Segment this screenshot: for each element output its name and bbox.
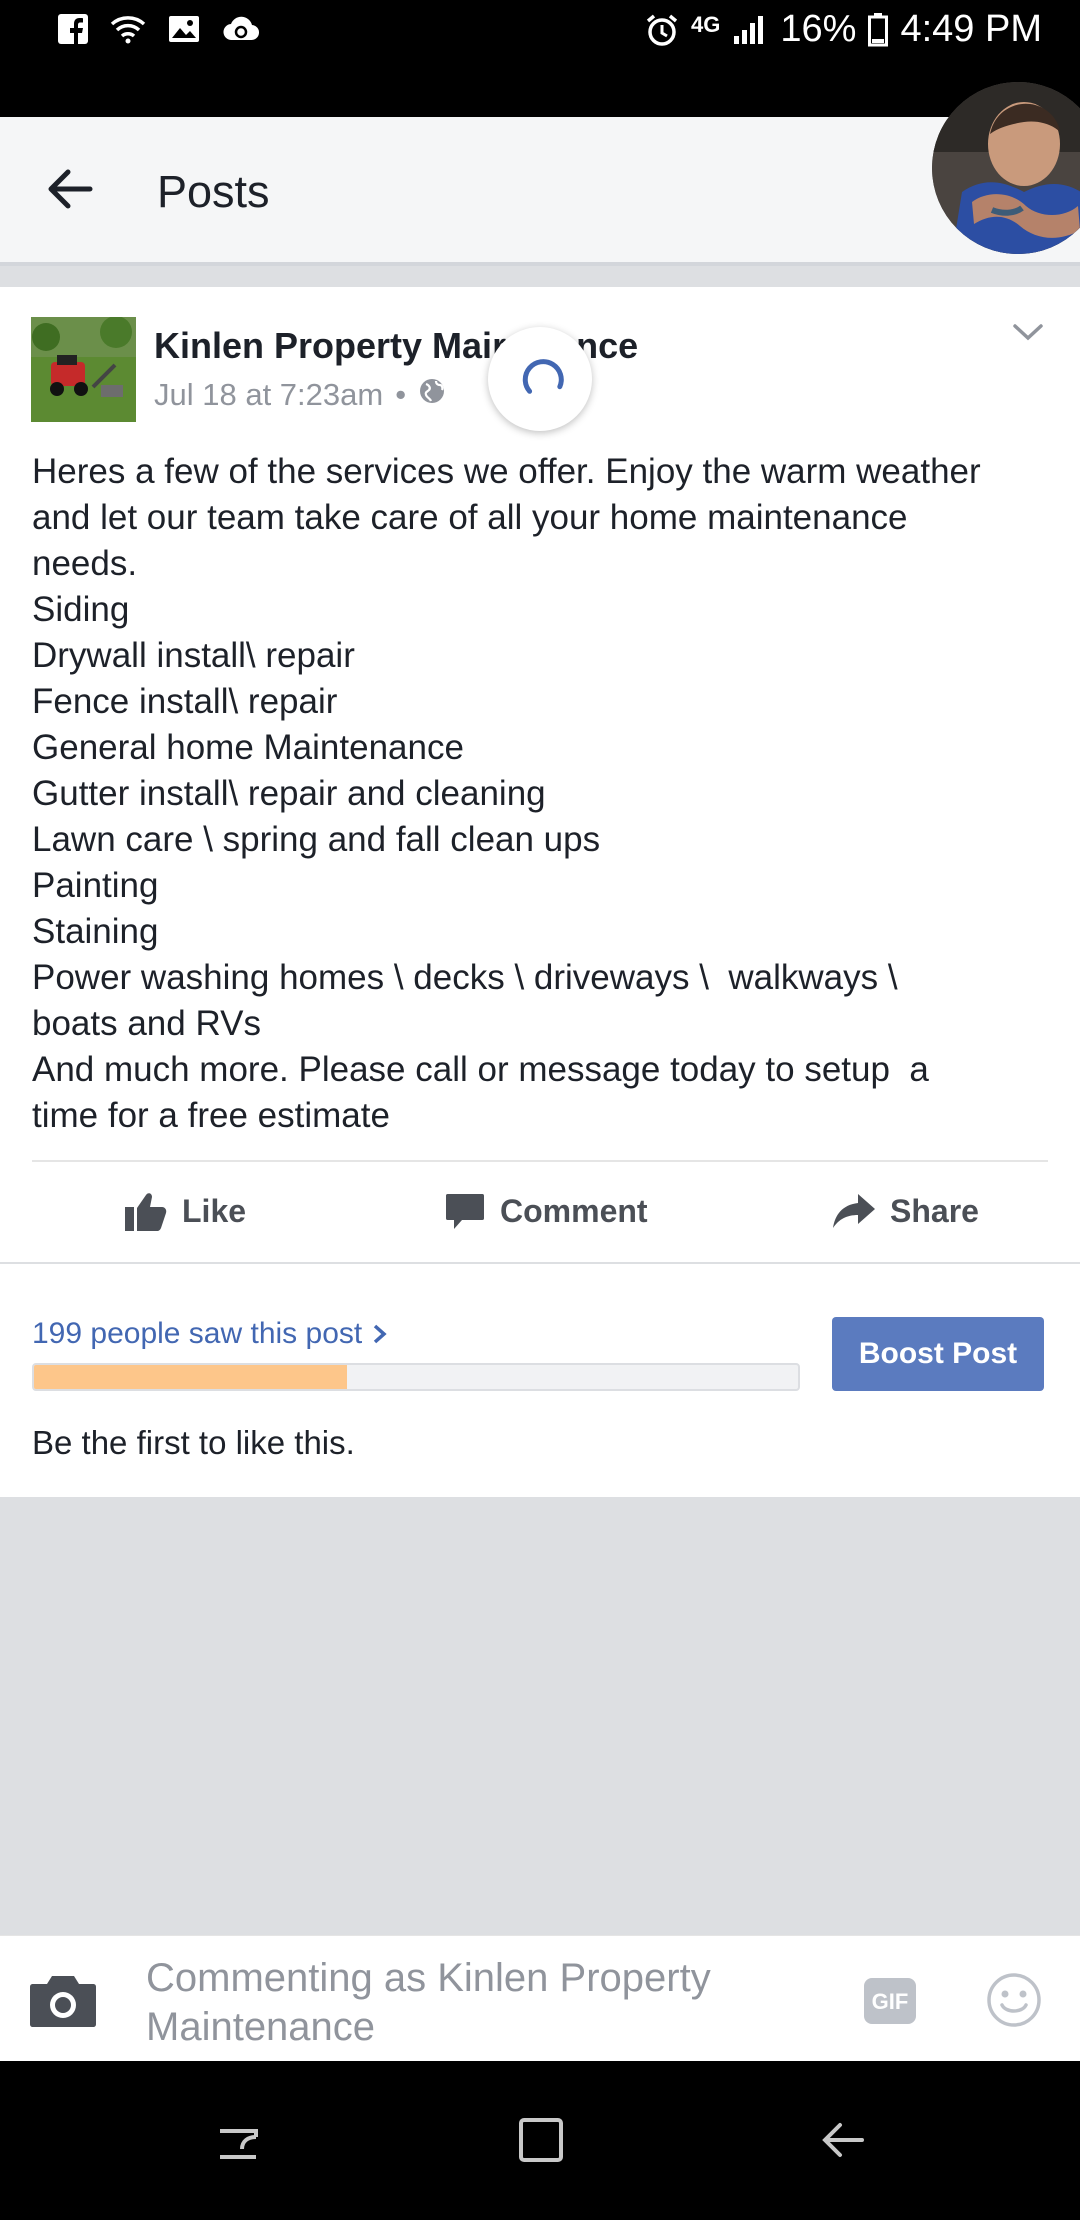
reach-progress-bar xyxy=(32,1363,800,1391)
recents-icon xyxy=(220,2129,258,2159)
camera-icon xyxy=(30,1976,96,2027)
share-arrow-icon xyxy=(833,1194,875,1228)
network-type: 4G xyxy=(691,11,721,37)
boost-post-button[interactable]: Boost Post xyxy=(832,1317,1044,1391)
share-button[interactable]: Share xyxy=(832,1163,979,1259)
post-author-name-start: Kinlen Property Mair xyxy=(154,325,507,366)
meta-separator: • xyxy=(395,377,407,412)
camera-button[interactable] xyxy=(28,1972,98,2035)
reach-progress-fill xyxy=(34,1365,348,1389)
divider xyxy=(0,1262,1080,1264)
clock: 4:49 PM xyxy=(900,8,1042,50)
gif-icon: GIF xyxy=(864,1978,916,2024)
thumbs-up-icon xyxy=(125,1193,167,1231)
back-arrow-icon xyxy=(822,2123,864,2157)
app-header: Posts xyxy=(0,117,1080,266)
like-button[interactable]: Like xyxy=(124,1163,246,1259)
status-right: 4G 16% 4:49 PM xyxy=(645,8,1042,51)
gif-button[interactable]: GIF xyxy=(862,1976,918,2031)
globe-icon xyxy=(418,377,446,413)
comment-icon xyxy=(446,1194,484,1229)
post-options-button[interactable] xyxy=(1010,317,1046,347)
comment-input[interactable]: Commenting as Kinlen Property Maintenanc… xyxy=(146,1954,766,2052)
spinner-icon xyxy=(522,359,564,394)
loading-spinner xyxy=(488,327,592,431)
likes-summary: Be the first to like this. xyxy=(32,1424,355,1461)
chevron-down-icon xyxy=(1013,324,1043,341)
lawn-mower-photo xyxy=(31,317,136,422)
like-label: Like xyxy=(182,1192,247,1229)
post-actions: Like Comment Share xyxy=(0,1163,1080,1259)
post-body: Heres a few of the services we offer. En… xyxy=(32,452,981,1135)
divider xyxy=(32,1160,1048,1162)
status-bar: 4G 16% 4:49 PM xyxy=(0,0,1080,117)
share-label: Share xyxy=(890,1192,979,1229)
alarm-icon xyxy=(645,13,679,47)
home-square-icon xyxy=(519,2118,563,2162)
system-nav-bar xyxy=(0,2061,1080,2220)
recent-apps-button[interactable] xyxy=(214,2113,264,2172)
post-card: Kinlen Property Mair nce Jul 18 at 7:23am… xyxy=(0,287,1080,1497)
reach-text: 199 people saw this post xyxy=(32,1317,363,1350)
wifi-icon xyxy=(110,14,146,44)
battery-percent: 16% xyxy=(780,8,857,50)
emoji-button[interactable] xyxy=(986,1972,1042,2033)
status-left-icons xyxy=(58,14,260,44)
comment-label: Comment xyxy=(500,1192,648,1229)
signal-icon xyxy=(732,14,768,46)
post-timestamp[interactable]: Jul 18 at 7:23am xyxy=(154,377,383,413)
cloud-icon xyxy=(222,14,260,44)
comment-composer: Commenting as Kinlen Property Maintenanc… xyxy=(0,1935,1080,2062)
chevron-right-icon xyxy=(374,1324,387,1344)
battery-icon xyxy=(868,12,889,47)
post-meta: Jul 18 at 7:23am • xyxy=(154,377,446,413)
gif-label: GIF xyxy=(872,1989,909,2014)
post-reach-link[interactable]: 199 people saw this post xyxy=(32,1317,388,1351)
arrow-left-icon xyxy=(48,169,93,209)
nav-back-button[interactable] xyxy=(818,2113,868,2172)
page-title: Posts xyxy=(157,166,270,217)
smiley-icon xyxy=(987,1973,1041,2027)
back-button[interactable] xyxy=(40,159,110,219)
comment-button[interactable]: Comment xyxy=(444,1163,648,1259)
home-button[interactable] xyxy=(516,2113,566,2172)
page-profile-photo[interactable] xyxy=(31,317,136,422)
facebook-icon xyxy=(58,14,88,44)
image-icon xyxy=(168,14,200,44)
